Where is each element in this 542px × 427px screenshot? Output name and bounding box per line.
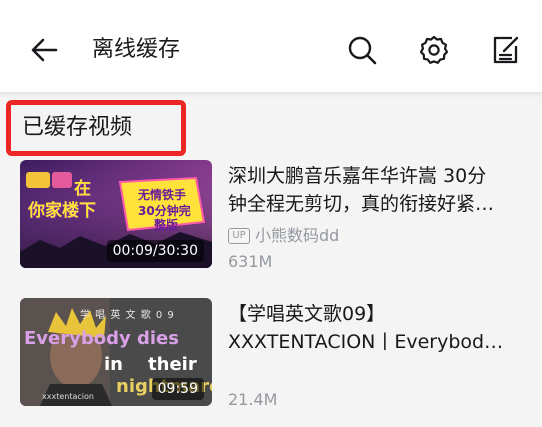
up-badge-icon: UP [228, 228, 250, 244]
gear-icon[interactable] [418, 34, 450, 66]
video-title-line: 【学唱英文歌09】 [228, 303, 386, 325]
edit-icon[interactable] [490, 34, 522, 66]
video-title-line: 深圳大鹏音乐嘉年华许嵩 30分 [228, 165, 487, 187]
file-size: 21.4M [228, 390, 278, 409]
video-title[interactable]: 深圳大鹏音乐嘉年华许嵩 30分 钟全程无剪切，真的衔接好紧… [228, 162, 528, 218]
video-list-item[interactable]: 在 你家楼下 无情铁手 30分钟完 整版 00:09/30:30 深圳大鹏音乐嘉… [0, 160, 542, 288]
video-thumbnail[interactable]: 学 唱 英 文 歌 0 9 Everybody dies in their ni… [20, 298, 212, 406]
section-header: 已缓存视频 [6, 100, 186, 156]
duration-badge: 00:09/30:30 [106, 240, 204, 262]
file-size: 631M [228, 252, 273, 271]
thumbnail-caption: 整版 [154, 218, 179, 232]
uploader-info: UP 小熊数码dd [228, 224, 339, 248]
uploader-name: 小熊数码dd [255, 226, 340, 245]
video-title-line: 钟全程无剪切，真的衔接好紧… [228, 193, 495, 215]
thumbnail-caption: 你家楼下 [28, 201, 96, 221]
thumbnail-caption: xxxtentacion [42, 392, 94, 401]
thumbnail-caption: in their [104, 354, 197, 375]
page-title: 离线缓存 [92, 37, 181, 62]
duration-badge: 09:59 [151, 378, 204, 400]
video-title[interactable]: 【学唱英文歌09】 XXXTENTACION丨Everybod… [228, 300, 528, 356]
search-icon[interactable] [346, 34, 378, 66]
highlight-box [6, 100, 186, 156]
thumbnail-caption: 学 唱 英 文 歌 0 9 [80, 310, 175, 321]
thumbnail-caption: 无情铁手 [138, 188, 187, 202]
app-header: 离线缓存 [0, 0, 542, 92]
video-title-line: XXXTENTACION丨Everybod… [228, 331, 504, 353]
header-shadow [0, 92, 542, 98]
thumbnail-caption: Everybody dies [24, 328, 179, 349]
video-thumbnail[interactable]: 在 你家楼下 无情铁手 30分钟完 整版 00:09/30:30 [20, 160, 212, 268]
video-list-item[interactable]: 学 唱 英 文 歌 0 9 Everybody dies in their ni… [0, 298, 542, 426]
back-arrow-icon[interactable] [28, 34, 60, 66]
